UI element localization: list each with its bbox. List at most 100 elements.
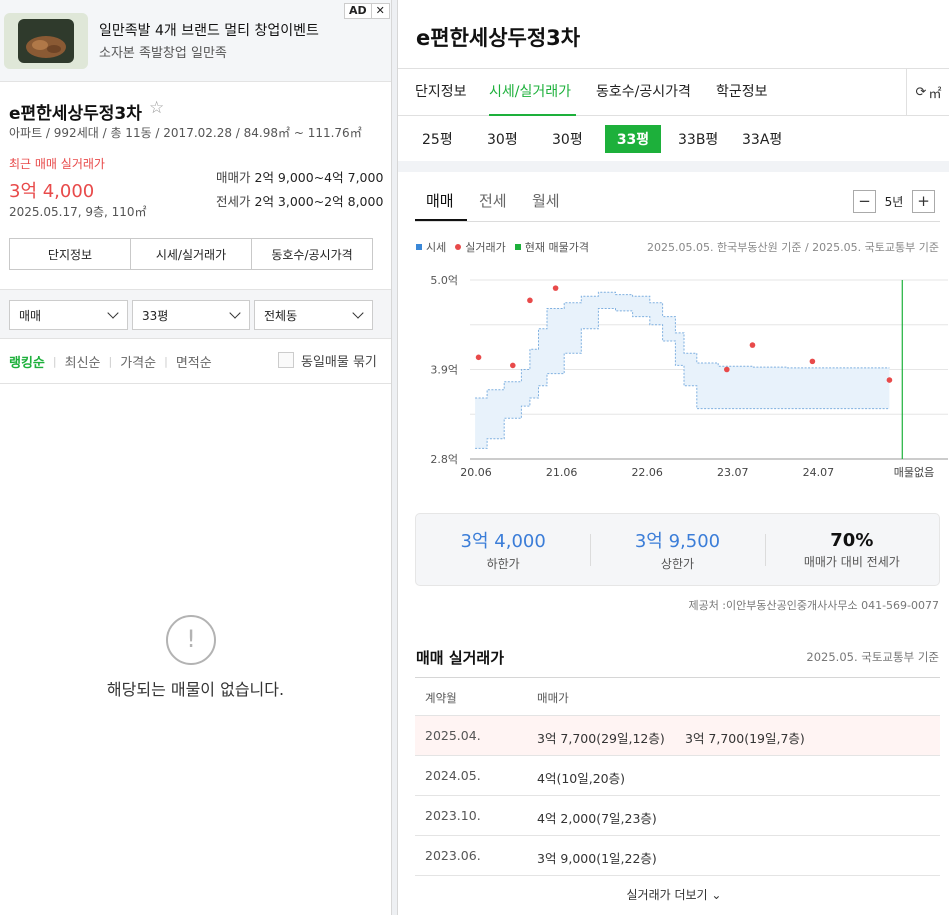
legend-swatch (514, 244, 521, 250)
complex-nav-buttons: 단지정보 시세/실거래가 동호수/공시가격 (9, 238, 373, 270)
row-price-2: 3억 7,700(19일,7층) (685, 731, 805, 746)
size-tab[interactable]: 30평 (552, 125, 583, 153)
size-tab[interactable]: 30평 (487, 125, 518, 153)
summary-lower: 3억 4,000 하한가 (416, 514, 590, 585)
lower-price-value: 3억 4,000 (460, 531, 546, 552)
sort-ranking[interactable]: 랭킹순 (9, 352, 45, 371)
table-row[interactable]: 2024.05. 4억(10일,20층) (415, 756, 940, 796)
sort-separator: | (52, 355, 57, 368)
deal-tab-monthly[interactable]: 월세 (532, 190, 560, 211)
row-date: 2023.10. (425, 808, 481, 823)
unit-toggle-label: ㎡ (928, 87, 942, 102)
table-header: 계약월 매매가 (415, 677, 940, 716)
tab-school[interactable]: 학군정보 (716, 81, 768, 101)
chevron-down-icon (229, 307, 241, 319)
refresh-icon: ⟳ (915, 85, 927, 100)
tab-unit-price[interactable]: 동호수/공시가격 (596, 81, 691, 101)
price-band-area (475, 292, 890, 449)
row-price: 4억 2,000(7일,23층) (537, 811, 657, 826)
zoom-in-button[interactable]: + (912, 189, 935, 213)
row-date: 2023.06. (425, 848, 481, 863)
recent-trade-label: 최근 매매 실거래가 (9, 157, 105, 171)
group-listings-checkbox[interactable] (278, 352, 294, 368)
size-tab[interactable]: 25평 (422, 125, 453, 153)
table-row[interactable]: 2023.06. 3억 9,000(1일,22층) (415, 836, 940, 876)
sale-price-value: 2억 9,000~4억 7,000 (254, 170, 384, 185)
deal-tab-jeonse[interactable]: 전세 (479, 190, 507, 211)
x-tick-label: 21.06 (546, 466, 578, 479)
detail-title: e편한세상두정3차 (416, 26, 581, 50)
column-header-month: 계약월 (425, 691, 457, 705)
sale-price-label: 매매가 (216, 170, 251, 185)
price-history-button[interactable]: 시세/실거래가 (131, 239, 252, 269)
upper-price-label: 상한가 (660, 557, 695, 571)
deal-tab-sale[interactable]: 매매 (426, 190, 454, 211)
sort-separator: | (164, 355, 168, 368)
legend-label: 시세 (426, 241, 447, 254)
more-trades-link[interactable]: 실거래가 더보기 ⌄ (398, 886, 949, 903)
zoom-out-button[interactable]: − (853, 189, 876, 213)
complex-info-button[interactable]: 단지정보 (10, 239, 131, 269)
size-select[interactable]: 33평 (132, 300, 250, 330)
chevron-down-icon (352, 307, 364, 319)
ad-title[interactable]: 일만족발 4개 브랜드 멀티 창업이벤트 (99, 20, 319, 40)
left-panel: 일만족발 4개 브랜드 멀티 창업이벤트 소자본 족발창업 일만족 AD ✕ e… (0, 0, 392, 915)
divider (0, 383, 391, 384)
size-tab[interactable]: 33A평 (742, 125, 782, 153)
empty-message: 해당되는 매물이 없습니다. (106, 680, 285, 699)
ad-thumbnail[interactable] (4, 13, 88, 69)
close-icon[interactable]: ✕ (370, 4, 389, 18)
x-tick-label: 매물없음 (894, 466, 934, 479)
building-select[interactable]: 전체동 (254, 300, 373, 330)
table-row[interactable]: 2025.04. 3억 7,700(29일,12층) 3억 7,700(19일,… (415, 716, 940, 756)
x-tick-label: 23.07 (717, 466, 749, 479)
trade-point (510, 362, 516, 369)
chevron-down-icon (107, 307, 119, 319)
tab-price-history[interactable]: 시세/실거래가 (489, 81, 571, 101)
sort-price[interactable]: 가격순 (120, 352, 156, 371)
recent-trade-price: 3억 4,000 (9, 181, 95, 202)
y-tick-label: 3.9억 (430, 364, 458, 377)
group-listings-label[interactable]: 동일매물 묶기 (301, 351, 377, 370)
size-tab-active[interactable]: 33평 (605, 125, 661, 153)
unit-toggle-button[interactable]: ⟳ ㎡ (906, 69, 949, 116)
y-tick-label: 5.0억 (430, 274, 458, 287)
price-chart[interactable]: 2.8억 3.9억 5.0억 20.06 21.06 22.06 23.07 24.07 매물없… (398, 268, 949, 488)
ad-label: AD (349, 4, 367, 17)
legend-swatch (455, 244, 462, 250)
summary-ratio: 70% 매매가 대비 전세가 (764, 514, 939, 585)
ad-subtitle[interactable]: 소자본 족발창업 일만족 (99, 42, 227, 61)
period-label: 5년 (884, 194, 904, 209)
favorite-star-icon[interactable]: ☆ (149, 98, 164, 118)
complex-meta: 아파트 / 992세대 / 총 11동 / 2017.02.28 / 84.98… (9, 126, 362, 140)
deal-tab-indicator (415, 219, 467, 221)
size-tab[interactable]: 33B평 (678, 125, 718, 153)
legend-listing: 현재 매물가격 (514, 239, 589, 255)
legend-label: 현재 매물가격 (524, 241, 589, 254)
table-row[interactable]: 2023.10. 4억 2,000(7일,23층) (415, 796, 940, 836)
sort-latest[interactable]: 최신순 (65, 352, 101, 371)
complex-name: e편한세상두정3차 (9, 104, 142, 124)
trade-point (886, 377, 893, 383)
right-panel: e편한세상두정3차 단지정보 시세/실거래가 동호수/공시가격 학군정보 ⟳ ㎡… (397, 0, 949, 915)
sort-separator: | (108, 355, 113, 368)
ad-banner[interactable]: 일만족발 4개 브랜드 멀티 창업이벤트 소자본 족발창업 일만족 AD ✕ (0, 0, 391, 82)
lower-price-label: 하한가 (486, 557, 520, 571)
active-tab-indicator (489, 114, 576, 116)
tab-complex-info[interactable]: 단지정보 (415, 81, 467, 101)
row-price: 4억(10일,20층) (537, 771, 625, 786)
chevron-down-icon: ⌄ (707, 888, 722, 902)
x-tick-label: 24.07 (803, 466, 835, 479)
legend-trade: 실거래가 (455, 239, 506, 255)
column-header-price: 매매가 (537, 691, 569, 705)
trade-point (749, 342, 756, 348)
deal-type-select[interactable]: 매매 (9, 300, 128, 330)
unit-price-button[interactable]: 동호수/공시가격 (252, 239, 372, 269)
sort-area[interactable]: 면적순 (176, 352, 212, 371)
upper-price-value: 3억 9,500 (634, 531, 721, 552)
y-tick-label: 2.8억 (430, 453, 458, 466)
size-value: 33평 (142, 308, 169, 323)
row-date: 2024.05. (425, 768, 481, 783)
detail-tabs: 단지정보 시세/실거래가 동호수/공시가격 학군정보 ⟳ ㎡ (398, 68, 949, 116)
period-zoom: − 5년 + (853, 189, 935, 213)
